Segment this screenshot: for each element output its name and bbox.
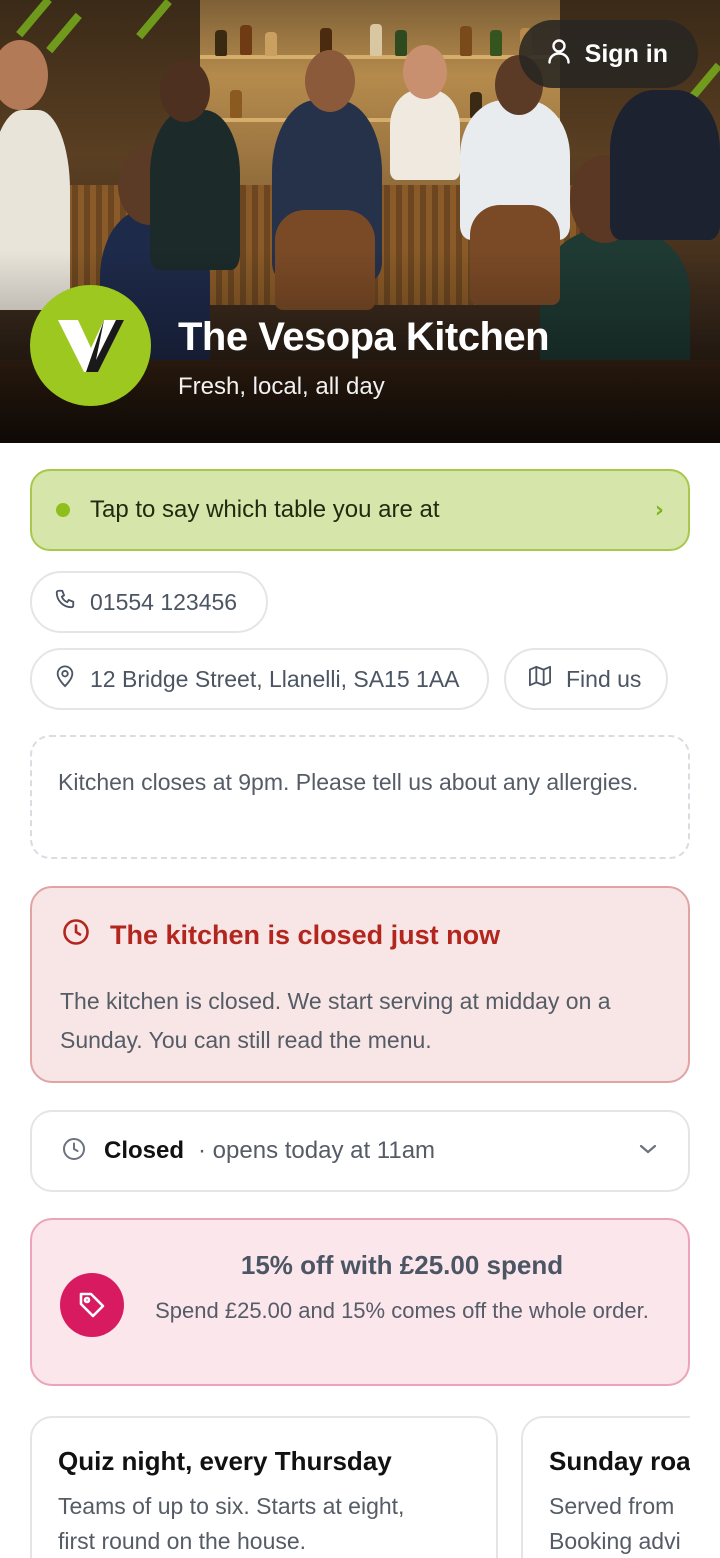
- address-text: 12 Bridge Street, Llanelli, SA15 1AA: [90, 665, 460, 692]
- clock-icon: [62, 1137, 86, 1166]
- sign-in-label: Sign in: [584, 39, 668, 68]
- event-description: Served from Booking advi: [549, 1489, 690, 1558]
- bottle: [490, 30, 502, 56]
- kitchen-closed-message: The kitchen is closed. We start serving …: [60, 988, 611, 1053]
- person-head: [403, 45, 447, 99]
- opening-hours-toggle[interactable]: Closed · opens today at 11am: [30, 1110, 690, 1192]
- kitchen-closed-alert: The kitchen is closed just now The kitch…: [30, 886, 690, 1083]
- bottle: [395, 30, 407, 56]
- clock-icon: [62, 918, 90, 953]
- events-carousel[interactable]: Quiz night, every Thursday Teams of up t…: [30, 1416, 690, 1558]
- event-description: Teams of up to six. Starts at eight, fir…: [58, 1489, 470, 1558]
- phone-number: 01554 123456: [90, 588, 238, 615]
- decor-stripe: [16, 0, 52, 38]
- select-table-button[interactable]: Tap to say which table you are at ›: [30, 469, 690, 551]
- kitchen-closed-title: The kitchen is closed just now: [110, 920, 501, 950]
- person-head: [160, 60, 210, 122]
- location-pin-icon: [54, 664, 76, 694]
- decor-stripe: [46, 12, 82, 54]
- hours-detail: · opens today at 11am: [198, 1137, 436, 1164]
- event-card[interactable]: Quiz night, every Thursday Teams of up t…: [30, 1416, 498, 1558]
- person: [150, 110, 240, 270]
- decor-stripe: [136, 0, 172, 40]
- person-head: [305, 50, 355, 112]
- bottle: [240, 25, 252, 55]
- map-icon: [528, 665, 552, 693]
- chevron-right-icon: ›: [654, 497, 664, 523]
- offer-title: 15% off with £25.00 spend: [240, 1250, 564, 1280]
- kitchen-closed-heading: The kitchen is closed just now: [62, 918, 500, 953]
- status-dot: [56, 503, 70, 517]
- sign-in-button[interactable]: Sign in: [518, 20, 698, 88]
- find-us-label: Find us: [566, 665, 642, 692]
- person-head: [0, 40, 48, 110]
- tag-icon: [60, 1273, 124, 1337]
- bottle: [265, 32, 277, 56]
- offer-description: Spend £25.00 and 15% comes off the whole…: [155, 1298, 649, 1323]
- bottle: [230, 90, 242, 118]
- bottle: [215, 30, 227, 56]
- event-line: Booking advi: [549, 1528, 681, 1554]
- bottle: [370, 24, 382, 56]
- offer-card[interactable]: 15% off with £25.00 spend Spend £25.00 a…: [30, 1218, 690, 1386]
- event-line: Served from: [549, 1493, 675, 1519]
- venue-note: Kitchen closes at 9pm. Please tell us ab…: [30, 735, 690, 859]
- phone-button[interactable]: 01554 123456: [30, 571, 268, 633]
- venue-logo-mark: [57, 319, 124, 372]
- user-icon: [547, 38, 571, 71]
- phone-icon: [54, 588, 76, 616]
- select-table-label: Tap to say which table you are at: [90, 496, 440, 523]
- bottle: [460, 26, 472, 56]
- hours-status: Closed: [104, 1137, 185, 1164]
- venue-tagline: Fresh, local, all day: [178, 373, 385, 400]
- event-title: Quiz night, every Thursday: [58, 1446, 392, 1476]
- event-line: first round on the house.: [58, 1528, 307, 1554]
- venue-logo: [30, 285, 151, 406]
- event-card[interactable]: Sunday roa Served from Booking advi: [521, 1416, 690, 1558]
- chevron-down-icon: [638, 1142, 658, 1160]
- person: [390, 90, 460, 180]
- event-title: Sunday roa: [549, 1446, 690, 1476]
- find-us-button[interactable]: Find us: [504, 648, 668, 710]
- address-button[interactable]: 12 Bridge Street, Llanelli, SA15 1AA: [30, 648, 489, 710]
- person: [610, 90, 720, 240]
- venue-name: The Vesopa Kitchen: [178, 315, 550, 359]
- event-line: Teams of up to six. Starts at eight,: [58, 1493, 405, 1519]
